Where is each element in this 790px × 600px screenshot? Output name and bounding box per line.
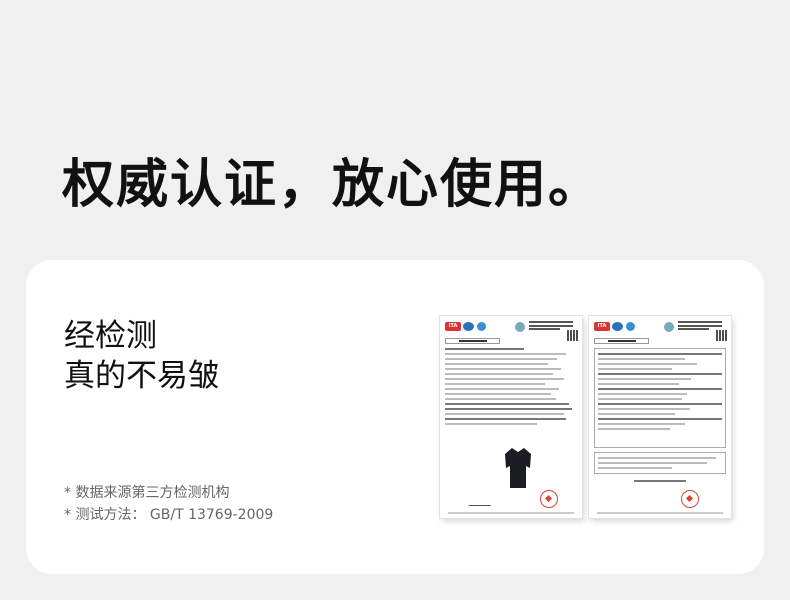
ita-logo-icon: ITA xyxy=(445,322,461,331)
test-report-image-1: ITA xyxy=(440,316,582,518)
ita-logo-icon: ITA xyxy=(594,322,610,331)
certification-logo-icon xyxy=(463,322,474,331)
report-footer-line xyxy=(597,512,723,514)
qr-code-icon xyxy=(567,330,578,341)
certification-logo-icon xyxy=(477,322,486,331)
note-test-method: * 测试方法： GB/T 13769-2009 xyxy=(64,507,274,523)
signature-mark xyxy=(468,498,494,506)
page-headline: 权威认证，放心使用。 xyxy=(62,155,603,215)
results-table xyxy=(594,348,726,448)
report-title-box xyxy=(594,338,649,344)
remarks-box xyxy=(594,452,726,474)
tagline-line-2: 真的不易皱 xyxy=(64,358,219,394)
report-header: ITA xyxy=(594,320,726,336)
note-data-source: * 数据来源第三方检测机构 xyxy=(64,485,230,501)
certification-logo-icon xyxy=(612,322,623,331)
lab-seal-icon xyxy=(515,322,525,332)
red-seal-icon xyxy=(540,490,558,508)
red-seal-icon xyxy=(681,490,699,508)
qr-code-icon xyxy=(716,330,727,341)
report-header: ITA xyxy=(445,320,577,336)
report-footer-line xyxy=(448,512,574,514)
info-card: 经检测 真的不易皱 * 数据来源第三方检测机构 * 测试方法： GB/T 137… xyxy=(26,260,764,574)
certification-logo-icon xyxy=(626,322,635,331)
tagline: 经检测 真的不易皱 xyxy=(64,316,219,396)
notes: * 数据来源第三方检测机构 * 测试方法： GB/T 13769-2009 xyxy=(64,482,273,526)
tagline-line-1: 经检测 xyxy=(64,318,157,354)
report-text-rows xyxy=(445,348,577,428)
report-title-box xyxy=(445,338,500,344)
lab-seal-icon xyxy=(664,322,674,332)
shirt-sample-icon xyxy=(505,448,531,488)
end-of-report-line xyxy=(594,480,726,485)
test-report-image-2: ITA xyxy=(589,316,731,518)
